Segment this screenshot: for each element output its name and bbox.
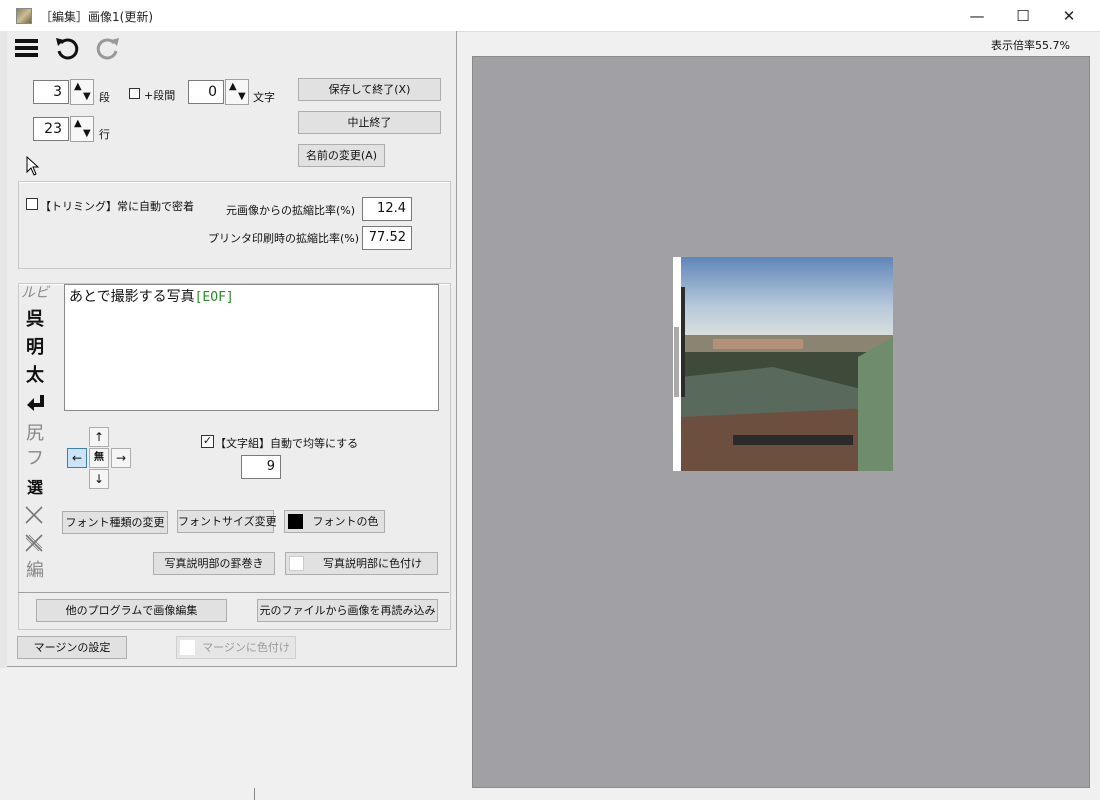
caption-color-swatch [289, 556, 304, 571]
divider [18, 592, 449, 593]
select-tool[interactable]: 選 [17, 475, 53, 501]
rows-label: 行 [99, 128, 110, 141]
margin-color-label: マージンに色付け [202, 641, 290, 654]
font-type-button[interactable]: フォント種類の変更 [62, 511, 168, 534]
rename-button[interactable]: 名前の変更(A) [298, 144, 385, 167]
char-layout-value[interactable]: 9 [241, 455, 281, 479]
background-divider [254, 788, 255, 800]
caption-color-button[interactable]: 写真説明部に色付け [285, 552, 438, 575]
font-color-label: フォントの色 [312, 515, 379, 528]
columns-spinner[interactable]: ▲ ▼ [70, 79, 94, 105]
print-scale-value: 77.52 [362, 226, 412, 250]
font-size-button[interactable]: フォントサイズ変更 [177, 510, 277, 533]
extra-spacing-checkbox[interactable] [129, 88, 140, 99]
background-window [0, 668, 456, 800]
position-down-button[interactable]: ↓ [89, 469, 109, 489]
spin-down-icon[interactable]: ▼ [238, 92, 246, 102]
spin-up-icon[interactable]: ▲ [74, 119, 82, 129]
maximize-button[interactable]: ☐ [1000, 0, 1046, 31]
print-scale-label: プリンタ印刷時の拡縮比率(%) [208, 232, 360, 245]
trimming-checkbox[interactable] [26, 198, 38, 210]
trimming-label: 【トリミング】常に自動で密着 [40, 200, 194, 213]
mincho-font-tool[interactable]: 明 [17, 335, 53, 361]
caption-text: あとで撮影する写真 [69, 289, 195, 305]
rows-spinner[interactable]: ▲ ▼ [70, 116, 94, 142]
caption-color-label: 写真説明部に色付け [323, 557, 422, 570]
bold-tool[interactable]: 太 [17, 363, 53, 389]
cancel-exit-button[interactable]: 中止終了 [298, 111, 441, 134]
chars-spinner[interactable]: ▲ ▼ [225, 79, 249, 105]
chars-label: 文字 [253, 91, 275, 104]
char-layout-checkbox[interactable]: ✓ [201, 435, 214, 448]
margin-color-swatch [180, 640, 195, 655]
menu-icon[interactable] [14, 36, 40, 60]
caption-wrap-button[interactable]: 写真説明部の罫巻き [153, 552, 275, 575]
scale-original-label: 元画像からの拡縮比率(%) [226, 204, 356, 217]
position-up-button[interactable]: ↑ [89, 427, 109, 447]
spin-down-icon[interactable]: ▼ [83, 129, 91, 139]
rows-input[interactable]: 23 [33, 117, 69, 141]
save-exit-button[interactable]: 保存して終了(X) [298, 78, 441, 101]
char-layout-label: 【文字組】自動で均等にする [215, 437, 359, 450]
columns-label: 段 [99, 91, 110, 104]
spin-down-icon[interactable]: ▼ [83, 92, 91, 102]
zoom-label: 表示倍率55.7% [991, 39, 1070, 52]
chars-input[interactable]: 0 [188, 80, 224, 104]
delete-icon[interactable] [24, 505, 44, 525]
position-left-button[interactable]: ← [67, 448, 87, 468]
spin-up-icon[interactable]: ▲ [74, 82, 82, 92]
margin-color-button: マージンに色付け [176, 636, 296, 659]
reload-image-button[interactable]: 元のファイルから画像を再読み込み [257, 599, 438, 622]
close-button[interactable]: ✕ [1046, 0, 1092, 31]
caption-textarea[interactable]: あとで撮影する写真[EOF] [64, 284, 439, 411]
font-color-button[interactable]: フォントの色 [284, 510, 385, 533]
preview-photo[interactable] [673, 257, 893, 471]
position-right-button[interactable]: → [111, 448, 131, 468]
window-title: ［編集］画像1(更新) [40, 10, 153, 24]
position-center-button[interactable]: 無 [89, 448, 109, 468]
edit-external-button[interactable]: 他のプログラムで画像編集 [36, 599, 227, 622]
undo-icon[interactable] [54, 35, 80, 61]
cursor-icon [26, 155, 40, 176]
trimming-group [18, 181, 451, 269]
spin-up-icon[interactable]: ▲ [229, 82, 237, 92]
gothic-font-tool[interactable]: 呉 [17, 307, 53, 333]
redo-icon[interactable] [95, 35, 121, 61]
extra-spacing-label: +段間 [144, 89, 176, 102]
eof-marker: [EOF] [194, 290, 234, 305]
scale-original-value: 12.4 [362, 197, 412, 221]
tail-tool[interactable]: 尻 [17, 421, 53, 447]
columns-input[interactable]: 3 [33, 80, 69, 104]
furigana-tool[interactable]: フ [17, 446, 53, 472]
title-bar: ［編集］画像1(更新) — ☐ ✕ [0, 0, 1100, 32]
margin-settings-button[interactable]: マージンの設定 [17, 636, 127, 659]
minimize-button[interactable]: — [954, 0, 1000, 31]
ruby-tool[interactable]: ルビ [17, 280, 53, 306]
delete-all-icon[interactable] [24, 533, 44, 553]
font-color-swatch [288, 514, 303, 529]
edit-tool[interactable]: 編 [17, 558, 53, 584]
line-break-icon[interactable] [26, 394, 46, 412]
app-icon [16, 8, 32, 24]
